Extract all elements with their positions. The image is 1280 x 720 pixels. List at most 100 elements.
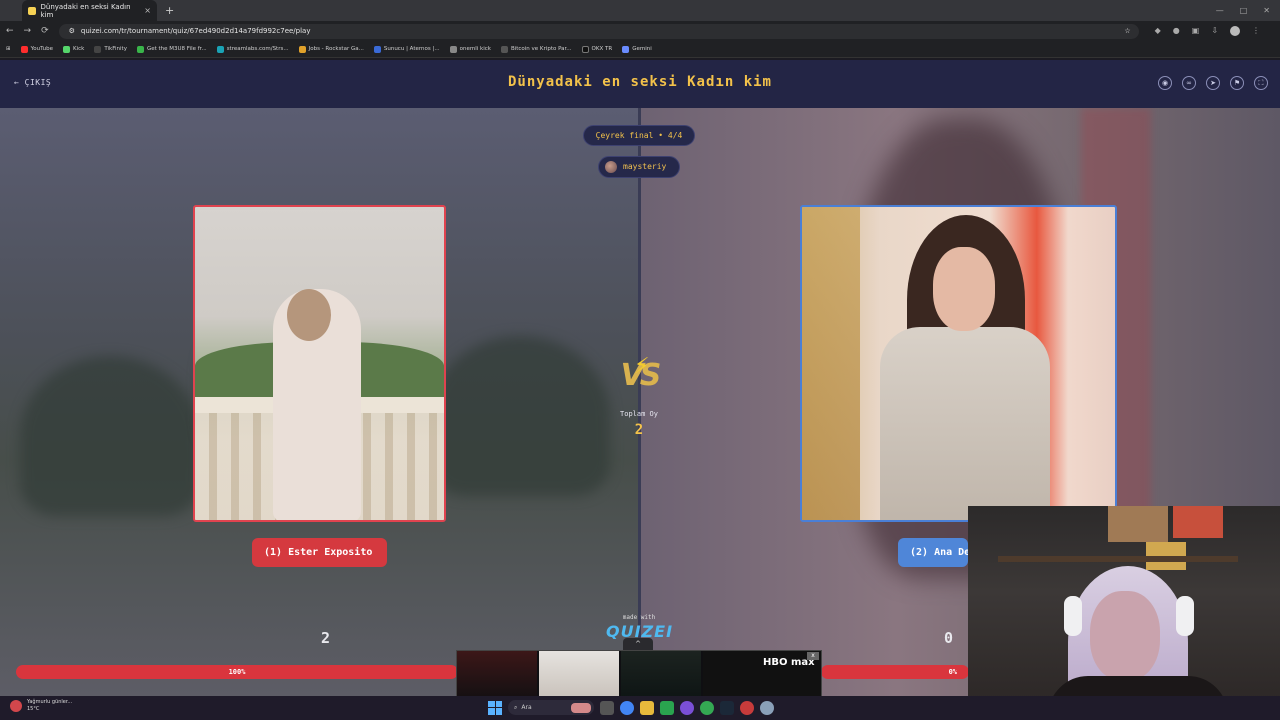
webcam-detail	[1108, 506, 1168, 542]
candidate-right-image[interactable]	[800, 205, 1117, 522]
bookmark-item[interactable]: onemli kick	[449, 45, 491, 53]
search-highlight-icon	[571, 702, 591, 713]
ad-poster	[457, 651, 537, 696]
bookmark-item[interactable]: Gemini	[622, 45, 652, 53]
vote-right-button[interactable]: (2) Ana De Armas	[898, 538, 968, 567]
new-tab-button[interactable]: +	[165, 4, 174, 17]
back-icon[interactable]: ←	[6, 26, 14, 36]
windows-start-icon[interactable]	[488, 700, 502, 715]
avatar	[605, 161, 617, 173]
extension-icon[interactable]: ◆	[1155, 26, 1161, 36]
bookmark-item[interactable]: Kick	[62, 45, 84, 53]
profile-avatar[interactable]	[1230, 26, 1241, 36]
streamlabs-icon	[216, 45, 224, 53]
crypto-icon	[500, 45, 508, 53]
bookmark-item[interactable]: Sunucu | Aternos |...	[373, 45, 440, 53]
weather-text: Yağmurlu günler...	[27, 699, 73, 705]
rockstar-icon	[298, 45, 306, 53]
bookmarks-bar: ⊞ YouTube Kick TikFinity Get the M3U8 Fi…	[0, 41, 1280, 58]
ad-toggle-button[interactable]: ^	[623, 638, 653, 650]
chrome-icon[interactable]	[620, 700, 634, 715]
tab-title: Dünyadaki en seksi Kadın kim	[40, 2, 131, 19]
obs-icon[interactable]	[740, 700, 754, 715]
vote-left-button[interactable]: (1) Ester Exposito	[252, 538, 387, 567]
bookmark-item[interactable]: Bitcoin ve Kripto Par...	[500, 45, 572, 53]
reload-icon[interactable]: ⟳	[41, 26, 49, 36]
extension-icon[interactable]: ●	[1173, 26, 1180, 36]
search-icon: ⌕	[514, 703, 518, 711]
okx-icon	[581, 45, 589, 53]
headphones-detail	[1176, 596, 1194, 636]
right-vote-count: 0	[944, 629, 954, 647]
extension-icons: ◆ ● ▣ ⇩ ⋮	[1155, 26, 1260, 36]
background-blur	[20, 356, 200, 516]
photo-detail	[802, 207, 860, 520]
address-toolbar: ← → ⟳ ⚙ quizei.com/tr/tournament/quiz/67…	[0, 21, 1280, 41]
settings-icon[interactable]	[760, 700, 774, 715]
bookmark-item[interactable]: OKX TR	[581, 45, 612, 53]
site-info-icon[interactable]: ⚙	[69, 27, 75, 35]
bookmark-item[interactable]: YouTube	[20, 45, 53, 53]
ad-poster	[539, 651, 619, 696]
youtube-icon	[20, 45, 28, 53]
bookmark-item[interactable]: Jobs - Rockstar Ga...	[298, 45, 364, 53]
bookmark-item[interactable]: TikFinity	[94, 45, 127, 53]
bookmark-item[interactable]: streamlabs.com/Strs...	[216, 45, 289, 53]
site-header: ← ÇIKIŞ Dünyadaki en seksi Kadın kim ◉ ∞…	[0, 60, 1280, 108]
minimize-icon[interactable]: —	[1216, 6, 1224, 15]
download-icon[interactable]: ⇩	[1211, 26, 1218, 36]
taskbar-search[interactable]: ⌕ Ara	[508, 700, 594, 715]
browser-tabbar: Dünyadaki en seksi Kadın kim × + — □ ✕	[0, 0, 1280, 21]
menu-icon[interactable]: ⋮	[1252, 26, 1260, 36]
flag-icon[interactable]: ⚑	[1230, 76, 1244, 90]
right-progress-bar: 0%	[821, 665, 969, 679]
ad-banner[interactable]: HBO max x	[456, 650, 822, 697]
left-progress-bar: 100%	[16, 665, 458, 679]
ad-close-button[interactable]: x	[807, 652, 819, 660]
app-icon[interactable]	[660, 700, 674, 715]
gemini-icon	[622, 45, 630, 53]
file-explorer-icon[interactable]	[640, 700, 654, 715]
task-view-icon[interactable]	[600, 700, 614, 715]
ad-promo: HBO max	[703, 651, 821, 696]
m3u8-icon	[136, 45, 144, 53]
window-close-icon[interactable]: ✕	[1263, 6, 1270, 15]
weather-widget[interactable]: Yağmurlu günler... 15°C	[10, 699, 72, 713]
candidate-left-image[interactable]	[193, 205, 446, 522]
tab-close-icon[interactable]: ×	[144, 6, 151, 15]
discord-icon[interactable]	[680, 700, 694, 715]
header-actions: ◉ ∞ ➤ ⚑ ⛶	[1158, 76, 1268, 90]
folder-icon	[449, 45, 457, 53]
taskbar-apps: ⌕ Ara	[488, 700, 774, 715]
webcam-detail	[998, 556, 1238, 562]
maximize-icon[interactable]: □	[1240, 6, 1248, 15]
lightning-icon: ⚡	[634, 354, 650, 379]
steam-icon[interactable]	[720, 700, 734, 715]
taskbar: Yağmurlu günler... 15°C ⌕ Ara	[0, 696, 1280, 720]
chrome-alt-icon[interactable]	[700, 700, 714, 715]
background-blur	[430, 336, 610, 496]
url-field[interactable]: ⚙ quizei.com/tr/tournament/quiz/67ed490d…	[58, 23, 1139, 39]
made-with-label: made with	[622, 614, 656, 621]
bookmark-item[interactable]: Get the M3U8 File fr...	[136, 45, 207, 53]
bookmark-star-icon[interactable]: ☆	[1124, 27, 1130, 35]
username: maysteriy	[623, 162, 667, 171]
left-vote-count: 2	[321, 629, 331, 647]
url-text: quizei.com/tr/tournament/quiz/67ed490d2d…	[80, 27, 311, 35]
photo-detail	[933, 247, 995, 331]
fullscreen-icon[interactable]: ⛶	[1254, 76, 1268, 90]
link-icon[interactable]: ∞	[1182, 76, 1196, 90]
eye-icon[interactable]: ◉	[1158, 76, 1172, 90]
window-controls: — □ ✕	[1216, 6, 1280, 15]
center-divider	[638, 108, 641, 696]
photo-detail	[287, 289, 331, 341]
browser-tab[interactable]: Dünyadaki en seksi Kadın kim ×	[22, 0, 157, 21]
weather-icon	[10, 700, 22, 712]
page-title: Dünyadaki en seksi Kadın kim	[507, 74, 772, 90]
apps-icon[interactable]: ⊞	[6, 46, 11, 52]
puzzle-icon[interactable]: ▣	[1192, 26, 1200, 36]
forward-icon[interactable]: →	[24, 26, 32, 36]
round-badge: Çeyrek final • 4/4	[583, 125, 695, 146]
send-icon[interactable]: ➤	[1206, 76, 1220, 90]
webcam-overlay	[968, 506, 1280, 720]
